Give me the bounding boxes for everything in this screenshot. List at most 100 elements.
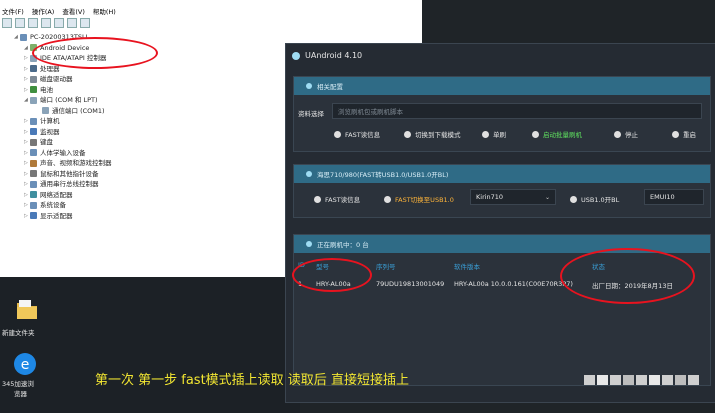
menu-action[interactable]: 操作(A) [32,6,55,16]
batch-flash-button[interactable]: 启动批量刷机 [532,129,582,139]
display-icon[interactable] [80,18,90,28]
fast-to-usb-button[interactable]: FAST切换至USB1.0 [384,194,454,204]
device-icon [42,107,49,115]
row-serial: 79UDU19813001049 [376,280,445,288]
tree-item[interactable]: ▷ 人体学输入设备 [8,148,288,159]
tree-item-label: 通用串行总线控制器 [40,180,99,188]
fast-icon [334,130,341,138]
device-icon [30,212,37,220]
tree-item-label: 显示适配器 [40,211,73,220]
device-icon [30,159,37,167]
browser-label-line2: 览器 [14,390,27,398]
device-icon [30,149,37,157]
tree-item[interactable]: ▷ 系统设备 [8,200,288,211]
highlight-status [560,248,695,304]
flashing-count-label: 正在刷机中：0 台 [317,241,369,249]
tree-item-label: 计算机 [40,117,60,125]
tree-item-label: 网络适配器 [40,190,73,199]
tree-item[interactable]: ▷ 通用串行总线控制器 [8,179,288,190]
tree-item[interactable]: ▷ 键盘 [8,137,288,148]
chevron-down-icon: ⌄ [544,193,550,201]
device-icon [30,65,37,73]
uandroid-window: UAndroid 4.10 相关配置 资料选择 浏览刷机包或刷机脚本 FAST读… [285,43,715,403]
stop-icon [614,130,621,138]
config-panel-header: 相关配置 [294,77,710,95]
tree-item[interactable]: 通信端口 (COM1) [8,106,288,117]
col-version: 软件版本 [454,263,480,271]
folder-icon[interactable] [14,297,40,323]
col-serial: 序列号 [376,263,396,271]
forward-icon[interactable] [15,18,25,28]
tree-view-icon[interactable] [28,18,38,28]
tree-item[interactable]: ▷ 显示适配器 [8,211,288,222]
tree-item-label: 监视器 [40,127,60,136]
highlight-model [292,258,372,292]
file-select-input[interactable]: 浏览刷机包或刷机脚本 [332,103,702,119]
toolbar [2,18,90,28]
single-flash-button[interactable]: 单刷 [482,129,506,139]
usb-unlock-bl-button[interactable]: USB1.0开BL [570,194,619,204]
tree-item-label: 电池 [40,85,53,94]
browser-label: 345加速浏 [2,380,34,388]
device-icon [30,191,37,199]
fast-read-info-button-2[interactable]: FAST读信息 [314,194,360,204]
folder-label: 新建文件夹 [2,329,35,337]
emui-select[interactable]: EMUI10 [644,189,704,205]
tree-item-label: 磁盘驱动器 [40,75,73,83]
unlock-icon [570,195,577,203]
tree-item[interactable]: ▷ 鼠标和其他指针设备 [8,169,288,180]
tree-item[interactable]: ◢ 端口 (COM 和 LPT) [8,95,288,106]
browser-icon[interactable]: e [12,351,38,377]
menu-bar: 文件(F) 操作(A) 查看(V) 帮助(H) [0,6,202,16]
menu-file[interactable]: 文件(F) [2,6,24,16]
app-logo-icon [292,51,300,60]
tree-item-label: 声音、视频和游戏控制器 [40,159,112,167]
mosaic-watermark [584,368,709,392]
device-icon [30,96,37,104]
tree-item[interactable]: ▷ 磁盘驱动器 [8,74,288,85]
tree-item[interactable]: ▷ 网络适配器 [8,190,288,201]
tree-item[interactable]: ▷ 计算机 [8,116,288,127]
window-title: UAndroid 4.10 [292,51,362,60]
highlight-android-device [32,37,158,69]
tree-item[interactable]: ▷ 监视器 [8,127,288,138]
app-title: UAndroid 4.10 [305,51,363,60]
tree-item-label: 通信端口 (COM1) [52,106,105,115]
switch-download-mode-button[interactable]: 切换到下载模式 [404,129,461,139]
device-icon [30,75,37,83]
usb-icon [384,195,391,203]
scan-icon[interactable] [67,18,77,28]
reboot-icon [672,130,679,138]
tree-item[interactable]: ▷ 电池 [8,85,288,96]
device-icon [30,117,37,125]
reboot-button[interactable]: 重启 [672,129,696,139]
device-icon [30,128,37,136]
panel-icon [306,171,312,177]
caption-text: 第一次 第一步 fast模式插上读取 读取后 直接短接插上 [95,373,409,388]
stop-button[interactable]: 停止 [614,129,638,139]
config-panel: 相关配置 资料选择 浏览刷机包或刷机脚本 FAST读信息 切换到下载模式 单刷 … [293,76,711,152]
fast-icon [314,195,321,203]
tree-item-label: 鼠标和其他指针设备 [40,169,99,178]
flash-icon [482,130,489,138]
tree-item-label: 端口 (COM 和 LPT) [40,96,98,104]
fast-read-info-button[interactable]: FAST读信息 [334,129,380,139]
back-icon[interactable] [2,18,12,28]
device-icon [30,138,37,146]
tree-item[interactable]: ▷ 处理器 [8,64,288,75]
panel-icon [306,83,312,89]
config-panel-title: 相关配置 [317,83,343,91]
chip-select[interactable]: Kirin710 ⌄ [470,189,556,205]
help-icon[interactable] [54,18,64,28]
tree-item-label: 人体学输入设备 [40,148,86,157]
device-icon [30,170,37,178]
menu-view[interactable]: 查看(V) [62,6,85,16]
tree-item[interactable]: ▷ 声音、视频和游戏控制器 [8,158,288,169]
device-icon [20,33,27,41]
panel-icon [306,241,312,247]
properties-icon[interactable] [41,18,51,28]
menu-help[interactable]: 帮助(H) [93,6,116,16]
switch-icon [404,130,411,138]
device-icon [30,201,37,209]
hisilicon-panel: 海思710/980(FAST转USB1.0/USB1.0开BL) FAST读信息… [293,164,711,218]
